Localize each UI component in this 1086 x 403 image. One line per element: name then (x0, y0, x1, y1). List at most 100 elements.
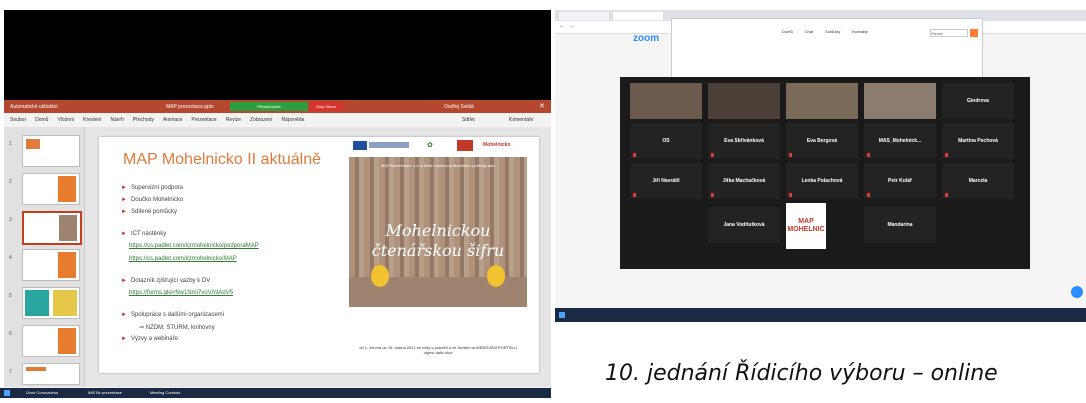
ppt-ribbon: Soubor Domů Vložení Kreslení Návrh Přech… (4, 113, 551, 128)
help-bubble-icon[interactable] (1071, 286, 1083, 298)
tab-review[interactable]: Revize (226, 117, 241, 123)
thumb-number: 2 (9, 179, 12, 185)
close-icon[interactable]: ✕ (539, 102, 545, 110)
thumb-number: 6 (9, 331, 12, 337)
eu-flag-icon (353, 141, 367, 150)
coop-sub-item: ⇒ NZDM, STURM, knihovny (139, 325, 215, 331)
mic-muted-icon (789, 153, 792, 157)
participant-tile[interactable] (864, 83, 936, 119)
taskbar-item[interactable]: Úvod Coronavirus (26, 390, 58, 395)
tab-insert[interactable]: Vložení (57, 117, 74, 123)
participant-tile[interactable]: Lenka Polachová (786, 163, 858, 199)
slide-title: MAP Mohelnicko II aktuálně (123, 151, 322, 168)
mic-muted-icon (945, 153, 948, 157)
ppt-titlebar: Automatické ukládání MAP prezentace.pptx… (4, 100, 551, 113)
comments-button[interactable]: Komentáře (509, 117, 533, 123)
partner-logos: ✿ Mohelnicko (349, 139, 529, 153)
participant-tile[interactable]: Mandarina (864, 207, 936, 243)
tab-animations[interactable]: Animace (163, 117, 182, 123)
mic-muted-icon (945, 193, 948, 197)
share-button[interactable]: Sdílet (462, 117, 475, 123)
mic-muted-icon (867, 193, 870, 197)
tab-help[interactable]: Nápověda (282, 117, 305, 123)
tab-home[interactable]: Domů (35, 117, 48, 123)
tab-transitions[interactable]: Přechody (133, 117, 154, 123)
bullet-item: ► Doučko Mohelnicko (121, 197, 184, 203)
padlet-link-2[interactable]: https://cs.padlet.com/ictmohelnicko/MAP (129, 256, 237, 262)
participant-tile[interactable]: MAP MOHELNIC (786, 203, 826, 249)
padlet-link-1[interactable]: https://cs.padlet.com/ictmohelnicko/podp… (129, 243, 259, 249)
mic-muted-icon (789, 193, 792, 197)
participant-tile[interactable]: Jitka Machačková (708, 163, 780, 199)
mic-muted-icon (711, 153, 714, 157)
home-tab[interactable]: Domů (782, 29, 793, 34)
slide-thumbnail[interactable] (22, 173, 80, 205)
stop-share-tag[interactable]: Přestat sdílet (230, 102, 308, 111)
participant-tile[interactable] (708, 83, 780, 119)
zoom-logo: zoom (633, 33, 660, 44)
survey-link[interactable]: https://forms.gle/rNw1Nmi7voVmtAdV5 (129, 290, 233, 296)
bullet-arrow-icon: ► (121, 185, 127, 191)
windows-taskbar-left: Úvod Coronavirus IMS Bv prezentace Meeti… (0, 388, 551, 398)
participant-tile[interactable]: MAS_Mohelnick... (864, 123, 936, 159)
thumb-number: 4 (9, 255, 12, 261)
participant-tile[interactable]: Jana Vodňutková (708, 207, 780, 243)
participant-tile[interactable]: Petr Kolář (864, 163, 936, 199)
bullet-item: ► Sdílené pomůcky (121, 209, 177, 215)
slide-thumbnails: 1 2 3 4 5 6 7 (4, 127, 85, 387)
participant-tile[interactable]: Martina Pechová (942, 123, 1014, 159)
bullet-item: ► Dotazník zjišťující vazby k DV (121, 278, 211, 284)
browser-tab[interactable] (559, 12, 609, 20)
slide-thumbnail[interactable] (22, 363, 80, 385)
bullet-arrow-icon: ► (121, 209, 127, 215)
poster-top-text: MAS Mohelnicko, z.s. a Místní knihovna M… (380, 163, 496, 168)
chat-tab[interactable]: Chat (805, 29, 813, 34)
tab-file[interactable]: Soubor (10, 117, 26, 123)
map-logo-icon (457, 140, 473, 151)
search-input[interactable] (930, 29, 968, 37)
avatar[interactable] (970, 29, 978, 37)
bullet-arrow-icon: ► (121, 231, 127, 237)
windows-start-icon[interactable] (4, 390, 10, 396)
slide-thumbnail[interactable] (22, 287, 80, 319)
meetings-tab[interactable]: Schůzky (825, 29, 840, 34)
participant-tile[interactable]: Gindrova (942, 83, 1014, 119)
taskbar-item[interactable]: Meeting Controls (150, 390, 180, 395)
participant-tile[interactable]: Jiří Navrátil (630, 163, 702, 199)
ppt-workspace: 1 2 3 4 5 6 7 MAP Mohelnicko II aktuálně… (4, 127, 551, 387)
participant-tile[interactable]: Eva Skřivánková (708, 123, 780, 159)
participant-tile[interactable] (630, 83, 702, 119)
back-icon[interactable]: ← (559, 23, 565, 29)
file-name: MAP prezentace.pptx (166, 104, 214, 110)
zoom-app-window: Domů Chat Schůzky Kontakty (671, 18, 983, 84)
bullet-item: ► ICT nástěnky (121, 231, 167, 237)
participant-tile[interactable]: OS (630, 123, 702, 159)
tab-slideshow[interactable]: Prezentace (191, 117, 216, 123)
slide-thumbnail[interactable] (22, 249, 80, 281)
ministry-logo (369, 142, 409, 148)
contacts-tab[interactable]: Kontakty (852, 29, 868, 34)
windows-start-icon[interactable] (559, 312, 565, 318)
slide-thumbnail-selected[interactable] (22, 211, 82, 245)
tab-view[interactable]: Zobrazení (250, 117, 273, 123)
current-slide: MAP Mohelnicko II aktuálně ► Supervizní p… (99, 137, 539, 373)
browser-tab[interactable] (613, 12, 663, 20)
slide-thumbnail[interactable] (22, 325, 80, 357)
tab-design[interactable]: Návrh (111, 117, 124, 123)
mic-muted-icon (711, 193, 714, 197)
tab-draw[interactable]: Kreslení (83, 117, 101, 123)
powerpoint-screenshot: Automatické ukládání MAP prezentace.pptx… (4, 10, 551, 398)
mic-muted-icon (633, 193, 636, 197)
slide-thumbnail[interactable] (22, 135, 80, 167)
participant-tile[interactable]: Marcela (942, 163, 1014, 199)
forward-icon[interactable]: → (569, 23, 575, 29)
stop-share-button[interactable]: Stop Share (310, 102, 342, 111)
bullet-arrow-icon: ► (121, 336, 127, 342)
participant-tile[interactable]: Eva Bergová (786, 123, 858, 159)
participant-tile[interactable] (786, 83, 858, 119)
user-name: Ondřej Sviták (444, 104, 475, 110)
taskbar-item[interactable]: IMS Bv prezentace (88, 390, 122, 395)
cartoon-figure-icon (371, 265, 389, 287)
poster-heading: Mohelnickou čtenářskou šifru (371, 221, 505, 260)
poster-bottom-text: od 1. června do 15. dubna 2021 se vždy v… (359, 345, 517, 355)
